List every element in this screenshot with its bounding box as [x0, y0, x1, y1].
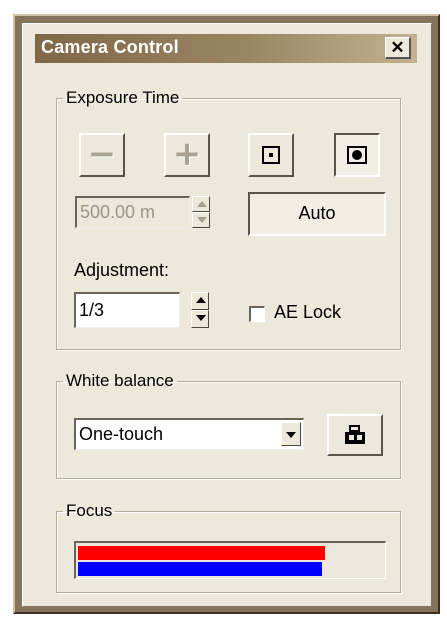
focus-bar-red — [78, 546, 325, 560]
spot-meter-icon — [262, 146, 280, 164]
adjustment-field[interactable]: 1/3 — [74, 292, 180, 328]
focus-meter — [74, 541, 386, 579]
auto-exposure-button[interactable]: Auto — [248, 192, 386, 236]
down-arrow-icon — [197, 217, 207, 223]
chevron-down-icon — [286, 432, 296, 438]
ae-lock-label[interactable]: AE Lock — [274, 302, 341, 323]
ae-lock-checkbox[interactable] — [249, 306, 265, 322]
exposure-up-arrow[interactable] — [192, 196, 210, 212]
one-touch-white-balance-button[interactable] — [327, 414, 383, 456]
title-bar[interactable]: Camera Control ✕ — [35, 34, 417, 63]
window-title: Camera Control — [41, 37, 179, 57]
white-balance-label: White balance — [66, 371, 174, 390]
white-balance-value: One-touch — [79, 424, 164, 444]
auto-label: Auto — [298, 203, 336, 223]
focus-bar-blue — [78, 562, 322, 576]
camera-icon — [345, 425, 365, 444]
adjustment-stepper[interactable] — [191, 292, 209, 328]
down-arrow-icon — [196, 315, 206, 321]
exposure-time-field[interactable]: 500.00 m — [75, 196, 190, 228]
close-button[interactable]: ✕ — [385, 37, 411, 59]
adjustment-up-arrow[interactable] — [191, 292, 209, 310]
adjustment-down-arrow[interactable] — [191, 310, 209, 328]
up-arrow-icon — [197, 201, 207, 207]
exposure-time-stepper[interactable] — [192, 196, 210, 228]
white-balance-select[interactable]: One-touch — [74, 418, 304, 450]
exposure-time-label: Exposure Time — [66, 88, 180, 107]
exposure-down-arrow[interactable] — [192, 212, 210, 228]
increase-exposure-button[interactable]: + — [164, 133, 210, 177]
minus-icon: − — [87, 134, 117, 174]
close-icon: ✕ — [390, 38, 405, 57]
up-arrow-icon — [196, 297, 206, 303]
center-metering-button[interactable] — [334, 133, 380, 177]
focus-label: Focus — [66, 501, 113, 520]
decrease-exposure-button[interactable]: − — [79, 133, 125, 177]
dropdown-arrow[interactable] — [281, 422, 301, 446]
center-meter-icon — [347, 146, 367, 164]
adjustment-label: Adjustment: — [74, 260, 170, 280]
plus-icon: + — [172, 134, 202, 174]
spot-metering-button[interactable] — [248, 133, 294, 177]
